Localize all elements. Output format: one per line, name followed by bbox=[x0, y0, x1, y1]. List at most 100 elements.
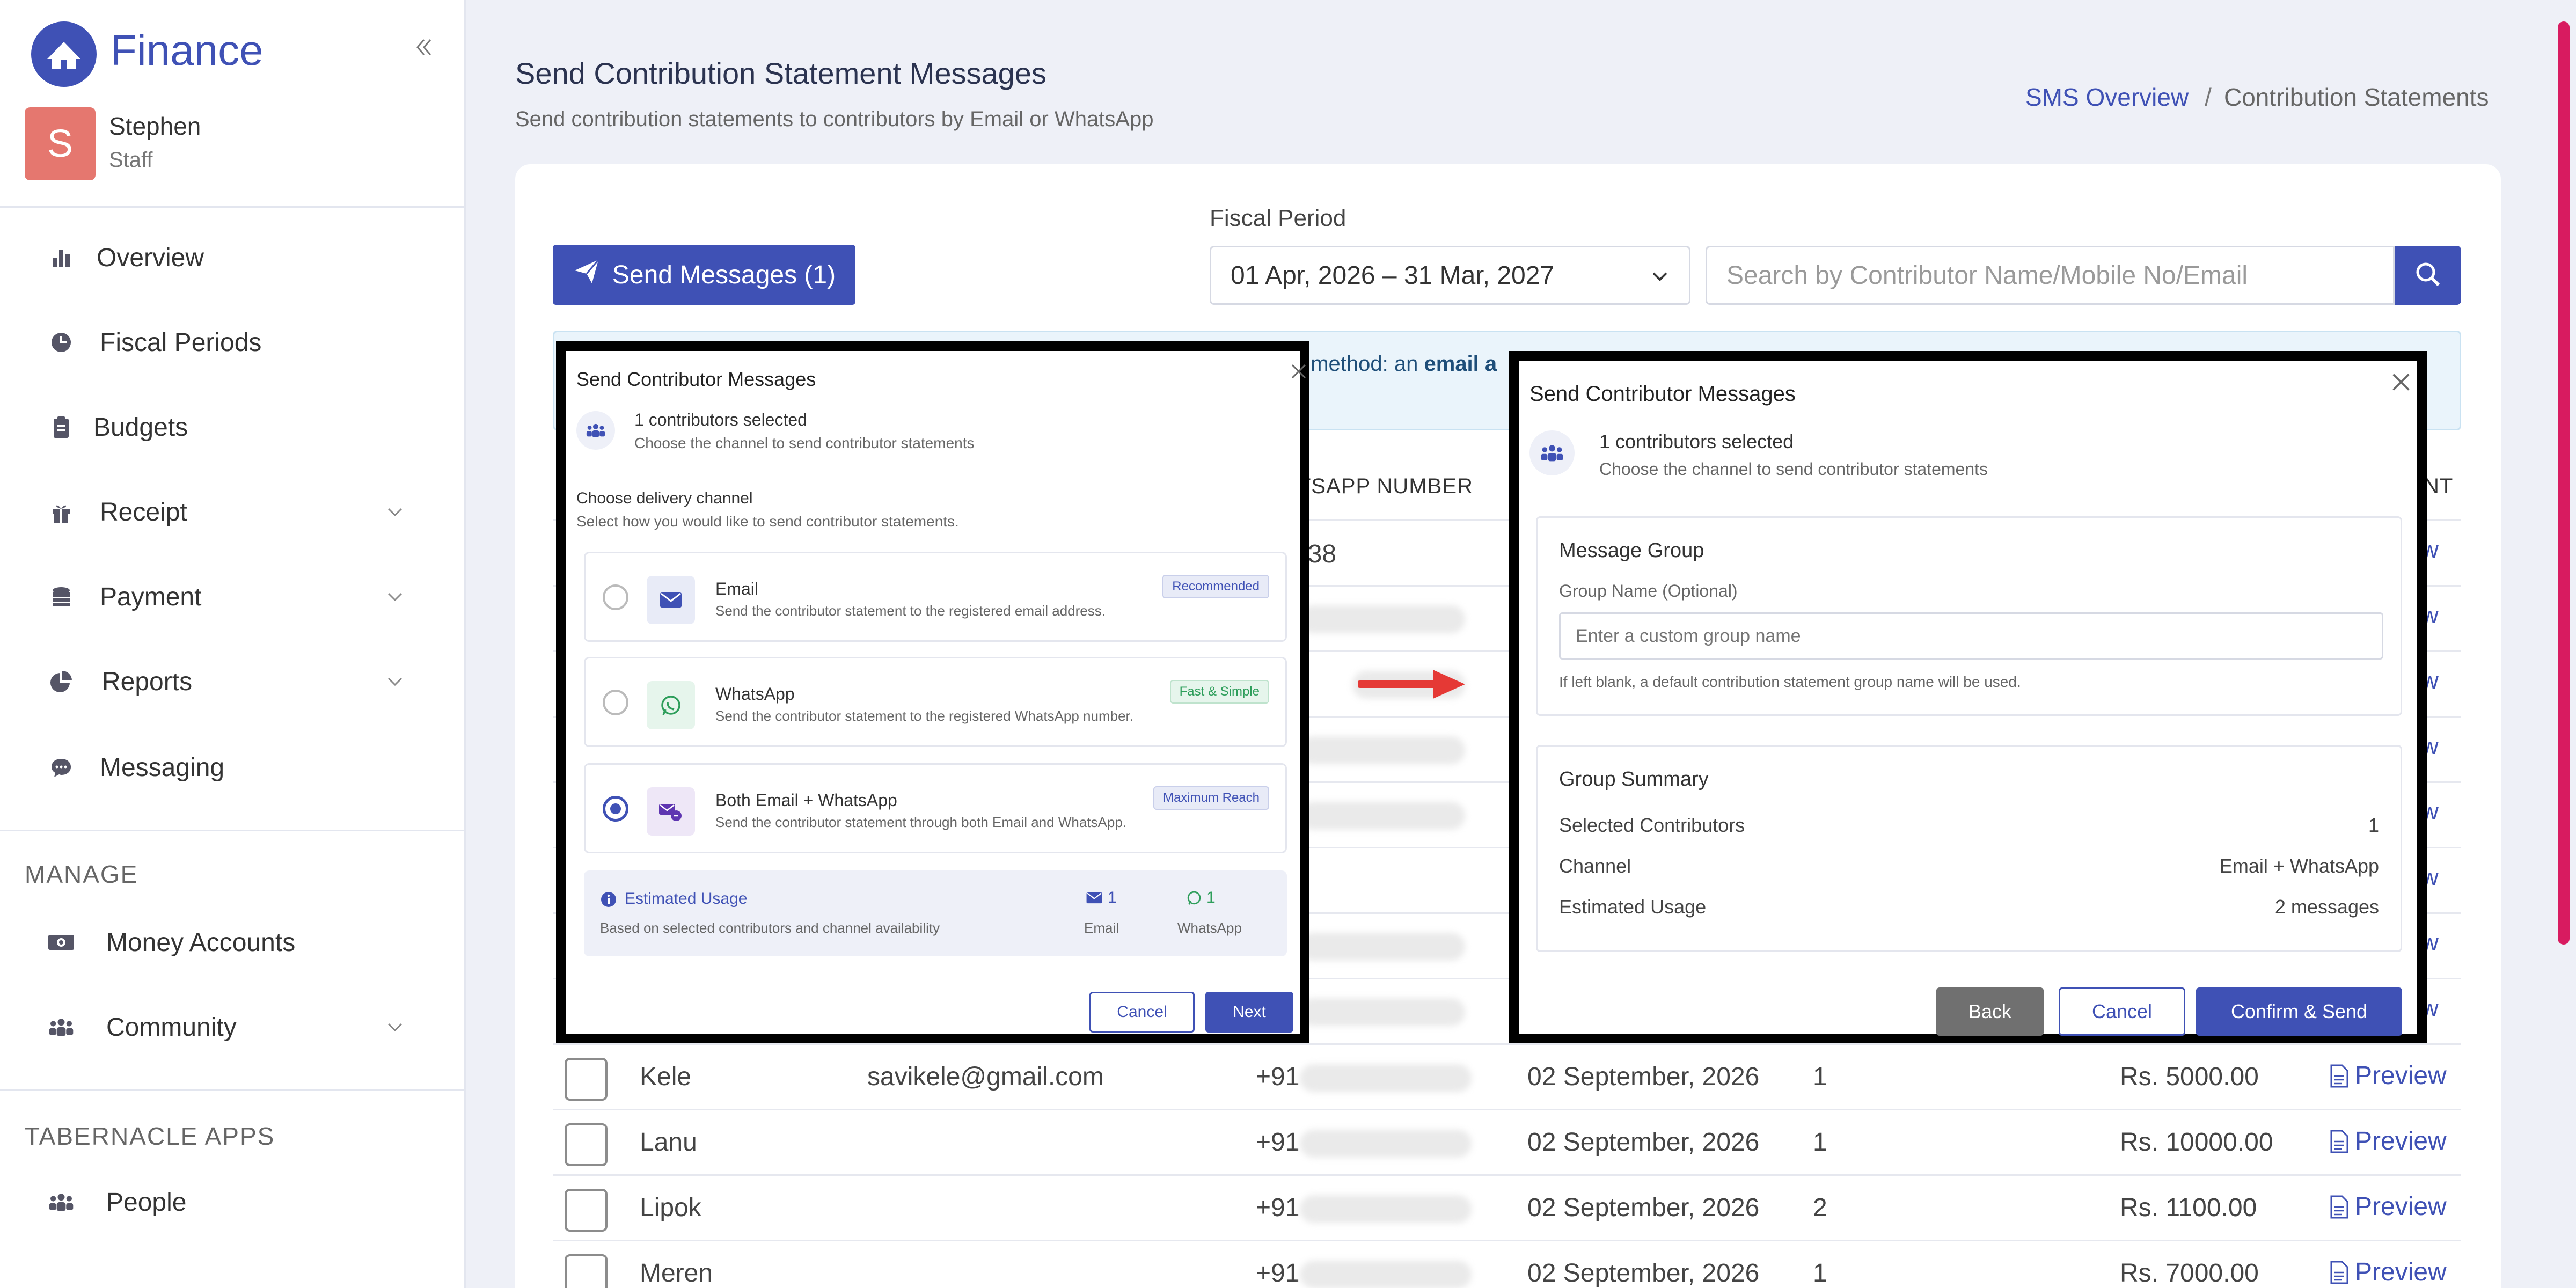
summary-value: Email + WhatsApp bbox=[2219, 855, 2379, 877]
row-date: 02 September, 2026 bbox=[1527, 1194, 1760, 1222]
channel-option-email[interactable]: Email Send the contributor statement to … bbox=[584, 552, 1287, 642]
group-name-input[interactable] bbox=[1559, 612, 2383, 660]
redacted-number bbox=[1299, 605, 1465, 633]
app-name: Finance bbox=[111, 26, 264, 74]
option-title: Email bbox=[715, 579, 759, 598]
sidebar-item-reports[interactable]: Reports bbox=[0, 649, 464, 714]
breadcrumb-sms-overview[interactable]: SMS Overview bbox=[2025, 83, 2189, 112]
row-amount: Rs. 10000.00 bbox=[2120, 1128, 2273, 1157]
channel-option-whatsapp[interactable]: WhatsApp Send the contributor statement … bbox=[584, 657, 1287, 747]
search-button[interactable] bbox=[2395, 246, 2461, 305]
sidebar-item-payment[interactable]: Payment bbox=[0, 565, 464, 629]
preview-link[interactable]: Preview bbox=[2329, 1192, 2447, 1221]
chevron-down-icon bbox=[382, 1014, 408, 1040]
cancel-button[interactable]: Cancel bbox=[1089, 992, 1195, 1033]
modal-title: Send Contributor Messages bbox=[1529, 382, 1796, 406]
column-header-action: NT bbox=[2424, 474, 2454, 498]
sidebar-item-receipt[interactable]: Receipt bbox=[0, 480, 464, 544]
badge-recommended: Recommended bbox=[1162, 575, 1269, 598]
sidebar-item-budgets[interactable]: Budgets bbox=[0, 395, 464, 459]
sidebar-item-label: People bbox=[106, 1188, 187, 1217]
table-row[interactable]: Lanu +91 02 September, 2026 1 Rs. 10000.… bbox=[553, 1109, 2461, 1174]
preview-link[interactable]: Preview bbox=[2329, 1061, 2447, 1091]
sidebar-item-messaging[interactable]: Messaging bbox=[0, 735, 464, 800]
sidebar-item-community[interactable]: Community bbox=[0, 995, 464, 1059]
sidebar-item-money-accounts[interactable]: Money Accounts bbox=[0, 910, 464, 975]
selected-count-text: 1 contributors selected bbox=[634, 410, 807, 429]
send-icon bbox=[573, 258, 601, 292]
divider bbox=[0, 830, 464, 831]
badge-fast-simple: Fast & Simple bbox=[1169, 680, 1269, 704]
users-icon bbox=[47, 1013, 75, 1041]
page-title: Send Contribution Statement Messages bbox=[515, 56, 1046, 90]
preview-link[interactable]: Preview bbox=[2329, 1126, 2447, 1156]
cancel-button[interactable]: Cancel bbox=[2059, 987, 2185, 1036]
row-amount: Rs. 7000.00 bbox=[2120, 1259, 2259, 1287]
contributor-phone: +91 bbox=[1256, 1128, 1300, 1157]
back-button[interactable]: Back bbox=[1936, 987, 2044, 1036]
close-icon[interactable] bbox=[1288, 361, 1309, 385]
mail-icon bbox=[1085, 891, 1103, 908]
multi-channel-icon bbox=[647, 787, 695, 836]
preview-link[interactable]: Preview bbox=[2329, 1257, 2447, 1287]
sidebar-item-people[interactable]: People bbox=[0, 1170, 464, 1234]
sidebar-item-fiscal-periods[interactable]: Fiscal Periods bbox=[0, 310, 464, 375]
row-checkbox[interactable] bbox=[565, 1058, 608, 1101]
send-messages-button[interactable]: Send Messages (1) bbox=[553, 245, 855, 305]
users-icon bbox=[576, 411, 615, 450]
row-checkbox[interactable] bbox=[565, 1254, 608, 1288]
usage-whatsapp-count: 1 bbox=[1206, 889, 1216, 906]
table-row[interactable]: Lipok +91 02 September, 2026 2 Rs. 1100.… bbox=[553, 1174, 2461, 1240]
summary-value: 1 bbox=[2368, 814, 2379, 836]
chevron-down-icon bbox=[382, 584, 408, 610]
summary-row-usage: Estimated Usage 2 messages bbox=[1559, 896, 2379, 918]
radio-email[interactable] bbox=[603, 584, 628, 610]
finance-logo-icon bbox=[31, 21, 97, 87]
scrollbar-thumb[interactable] bbox=[2558, 21, 2570, 945]
row-date: 02 September, 2026 bbox=[1527, 1128, 1760, 1157]
contributor-name: Lipok bbox=[640, 1194, 701, 1222]
redacted-number bbox=[1299, 736, 1465, 764]
summary-row-channel: Channel Email + WhatsApp bbox=[1559, 855, 2379, 877]
breadcrumb-current: Contribution Statements bbox=[2224, 83, 2489, 111]
contributor-phone: +91 bbox=[1256, 1194, 1300, 1222]
money-icon bbox=[47, 928, 75, 956]
radio-both[interactable] bbox=[603, 796, 628, 822]
row-count: 1 bbox=[1813, 1259, 1827, 1287]
close-icon[interactable] bbox=[2388, 369, 2414, 398]
usage-subtitle: Based on selected contributors and chann… bbox=[600, 920, 940, 936]
info-icon bbox=[600, 891, 617, 911]
table-row[interactable]: Kele savikele@gmail.com +91 02 September… bbox=[553, 1043, 2461, 1109]
document-icon bbox=[2330, 1195, 2348, 1218]
user-role: Staff bbox=[109, 148, 153, 172]
page-subtitle: Send contribution statements to contribu… bbox=[515, 107, 1154, 131]
row-checkbox[interactable] bbox=[565, 1123, 608, 1166]
clock-icon bbox=[47, 328, 75, 356]
sidebar-item-label: Money Accounts bbox=[106, 928, 296, 957]
chevrons-left-icon[interactable] bbox=[412, 35, 436, 59]
selected-count-text: 1 contributors selected bbox=[1599, 430, 1794, 452]
avatar[interactable]: S bbox=[25, 107, 96, 180]
sidebar-item-overview[interactable]: Overview bbox=[0, 225, 464, 290]
contributor-phone: +91 bbox=[1256, 1063, 1300, 1091]
row-count: 2 bbox=[1813, 1194, 1827, 1222]
sidebar-item-label: Receipt bbox=[100, 497, 187, 526]
users-icon bbox=[47, 1188, 75, 1216]
row-amount: Rs. 5000.00 bbox=[2120, 1063, 2259, 1091]
fiscal-period-select[interactable]: 01 Apr, 2026 – 31 Mar, 2027 bbox=[1210, 246, 1690, 305]
search-input[interactable] bbox=[1706, 246, 2395, 305]
confirm-send-button[interactable]: Confirm & Send bbox=[2196, 987, 2402, 1036]
contributor-phone: +91 bbox=[1256, 1259, 1300, 1287]
radio-whatsapp[interactable] bbox=[603, 690, 628, 715]
next-button[interactable]: Next bbox=[1205, 992, 1293, 1033]
table-row[interactable]: Meren +91 02 September, 2026 1 Rs. 7000.… bbox=[553, 1240, 2461, 1288]
redacted-number bbox=[1299, 998, 1465, 1026]
user-name: Stephen bbox=[109, 112, 201, 140]
bar-chart-icon bbox=[47, 244, 75, 272]
row-date: 02 September, 2026 bbox=[1527, 1259, 1760, 1287]
clipboard-icon bbox=[47, 413, 75, 441]
row-checkbox[interactable] bbox=[565, 1189, 608, 1232]
channel-select-modal: Send Contributor Messages 1 contributors… bbox=[556, 341, 1309, 1043]
summary-label: Estimated Usage bbox=[1559, 896, 1707, 918]
channel-option-both[interactable]: Both Email + WhatsApp Send the contribut… bbox=[584, 763, 1287, 853]
